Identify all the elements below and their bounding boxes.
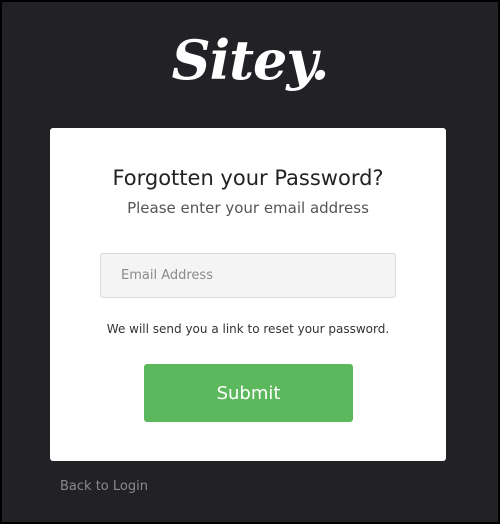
form-title: Forgotten your Password? — [112, 166, 384, 190]
form-subtitle: Please enter your email address — [127, 199, 369, 217]
email-field[interactable] — [100, 253, 396, 298]
sitey-logo: Sitey. — [171, 28, 330, 92]
forgot-password-card: Forgotten your Password? Please enter yo… — [50, 128, 446, 461]
submit-button[interactable]: Submit — [144, 364, 353, 422]
back-to-login-link[interactable]: Back to Login — [60, 478, 148, 496]
page-frame: Sitey. Forgotten your Password? Please e… — [0, 0, 500, 524]
reset-link-note: We will send you a link to reset your pa… — [106, 322, 390, 336]
